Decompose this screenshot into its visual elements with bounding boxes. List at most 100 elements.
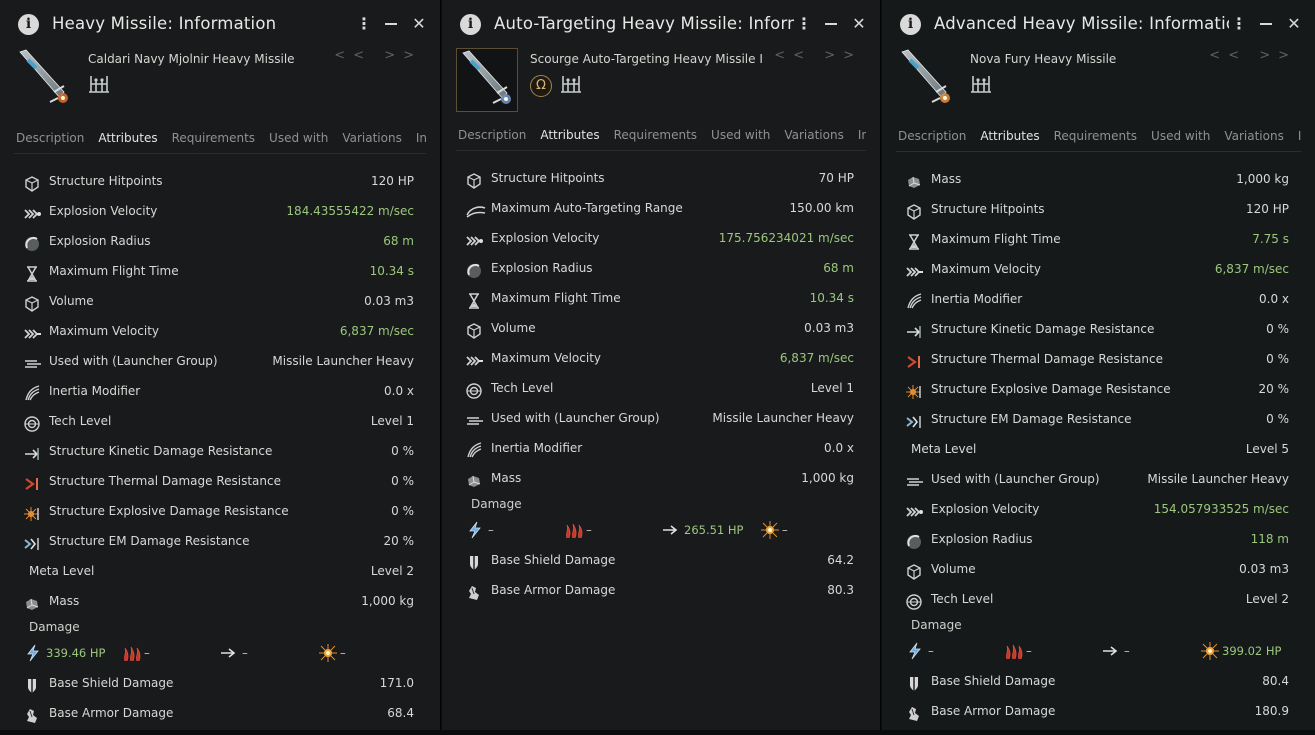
- tab-industry[interactable]: Industry: [1296, 129, 1301, 151]
- attribute-value: 80.3: [827, 583, 854, 597]
- attribute-label: Tech Level: [491, 381, 554, 395]
- more-options-icon[interactable]: ⋮: [1231, 14, 1247, 34]
- attribute-row[interactable]: Base Armor Damage 180.9: [898, 696, 1289, 726]
- history-nav[interactable]: << >>: [774, 48, 862, 63]
- tab-attributes[interactable]: Attributes: [978, 129, 1041, 151]
- info-icon: i: [18, 14, 39, 35]
- attribute-row[interactable]: Structure Thermal Damage Resistance 0 %: [16, 466, 414, 496]
- title-bar[interactable]: i Advanced Heavy Missile: Information ⋮ ✕: [882, 8, 1315, 42]
- attribute-row[interactable]: Maximum Auto-Targeting Range 150.00 km: [458, 193, 854, 223]
- attribute-row[interactable]: Tech Level Level 1: [16, 406, 414, 436]
- attribute-row[interactable]: Volume 0.03 m3: [16, 286, 414, 316]
- attribute-row[interactable]: Maximum Flight Time 7.75 s: [898, 224, 1289, 254]
- tab-used-with[interactable]: Used with: [1149, 129, 1212, 151]
- more-options-icon[interactable]: ⋮: [356, 14, 372, 34]
- tab-attributes[interactable]: Attributes: [538, 128, 601, 150]
- attribute-row[interactable]: Explosion Velocity 184.43555422 m/sec: [16, 196, 414, 226]
- attribute-row[interactable]: Structure Hitpoints 70 HP: [458, 163, 854, 193]
- attribute-row[interactable]: Mass 1,000 kg: [458, 463, 854, 493]
- volume-icon: [466, 320, 482, 339]
- attribute-row[interactable]: Maximum Flight Time 10.34 s: [458, 283, 854, 313]
- attribute-row[interactable]: Structure EM Damage Resistance 0 %: [898, 404, 1289, 434]
- history-nav[interactable]: << >>: [334, 48, 422, 63]
- attribute-row[interactable]: Volume 0.03 m3: [898, 554, 1289, 584]
- attribute-row[interactable]: Base Shield Damage 171.0: [16, 668, 414, 698]
- tab-description[interactable]: Description: [14, 131, 86, 153]
- tab-used-with[interactable]: Used with: [267, 131, 330, 153]
- tab-variations[interactable]: Variations: [1222, 129, 1286, 151]
- attribute-row[interactable]: Structure Kinetic Damage Resistance 0 %: [16, 436, 414, 466]
- tab-attributes[interactable]: Attributes: [96, 131, 159, 153]
- attribute-row[interactable]: Explosion Velocity 175.756234021 m/sec: [458, 223, 854, 253]
- attribute-row[interactable]: Inertia Modifier 0.0 x: [16, 376, 414, 406]
- kinetic-resist-icon: [24, 443, 40, 460]
- tab-industry[interactable]: Industry: [414, 131, 426, 153]
- attribute-value: 0.0 x: [824, 441, 854, 455]
- attribute-row[interactable]: Structure EM Damage Resistance 20 %: [16, 526, 414, 556]
- tab-variations[interactable]: Variations: [340, 131, 404, 153]
- tab-description[interactable]: Description: [896, 129, 968, 151]
- attribute-row[interactable]: Volume 0.03 m3: [458, 313, 854, 343]
- attribute-row[interactable]: Structure Thermal Damage Resistance 0 %: [898, 344, 1289, 374]
- more-options-icon[interactable]: ⋮: [796, 14, 812, 34]
- attribute-row[interactable]: Base Shield Damage 80.4: [898, 666, 1289, 696]
- skill-tree-icon[interactable]: [970, 74, 992, 98]
- attribute-row[interactable]: Explosion Radius 118 m: [898, 524, 1289, 554]
- item-name[interactable]: Nova Fury Heavy Missile: [970, 52, 1116, 66]
- title-bar[interactable]: i Auto-Targeting Heavy Missile: Informa ⋮ ✕: [442, 8, 880, 42]
- minimize-icon[interactable]: [1259, 14, 1273, 34]
- attribute-row[interactable]: Tech Level Level 1: [458, 373, 854, 403]
- attribute-row[interactable]: Base Armor Damage 68.4: [16, 698, 414, 728]
- tab-description[interactable]: Description: [456, 128, 528, 150]
- attribute-label: Maximum Velocity: [491, 351, 602, 365]
- attribute-row[interactable]: Structure Hitpoints 120 HP: [898, 194, 1289, 224]
- close-icon[interactable]: ✕: [412, 14, 426, 34]
- attribute-row[interactable]: Maximum Flight Time 10.34 s: [16, 256, 414, 286]
- tab-requirements[interactable]: Requirements: [612, 128, 699, 150]
- attribute-label: Structure EM Damage Resistance: [49, 534, 250, 548]
- attribute-row[interactable]: Explosion Radius 68 m: [458, 253, 854, 283]
- attribute-row[interactable]: Structure Hitpoints 120 HP: [16, 166, 414, 196]
- attribute-row[interactable]: Maximum Velocity 6,837 m/sec: [898, 254, 1289, 284]
- item-name[interactable]: Scourge Auto-Targeting Heavy Missile I: [530, 52, 763, 66]
- tab-industry[interactable]: Industry: [856, 128, 866, 150]
- attribute-row[interactable]: Explosion Radius 68 m: [16, 226, 414, 256]
- attribute-row[interactable]: Meta Level Level 5: [898, 434, 1289, 464]
- item-name[interactable]: Caldari Navy Mjolnir Heavy Missile: [88, 52, 295, 66]
- skill-tree-icon[interactable]: [88, 74, 110, 98]
- attribute-row[interactable]: Inertia Modifier 0.0 x: [458, 433, 854, 463]
- attribute-row[interactable]: Explosion Velocity 154.057933525 m/sec: [898, 494, 1289, 524]
- attribute-label: Base Armor Damage: [931, 704, 1056, 718]
- attribute-row[interactable]: Structure Kinetic Damage Resistance 0 %: [898, 314, 1289, 344]
- attribute-row[interactable]: Base Shield Damage 64.2: [458, 545, 854, 575]
- missile-thumbnail-icon[interactable]: [456, 48, 518, 112]
- attribute-row[interactable]: Used with (Launcher Group) Missile Launch…: [458, 403, 854, 433]
- attribute-value: 70 HP: [818, 171, 854, 185]
- missile-thumbnail-icon[interactable]: [896, 48, 956, 110]
- attribute-row[interactable]: Inertia Modifier 0.0 x: [898, 284, 1289, 314]
- attribute-row[interactable]: Meta Level Level 2: [16, 556, 414, 586]
- attribute-row[interactable]: Maximum Velocity 6,837 m/sec: [16, 316, 414, 346]
- close-icon[interactable]: ✕: [852, 14, 866, 34]
- attribute-row[interactable]: Mass 1,000 kg: [16, 586, 414, 616]
- attribute-row[interactable]: Maximum Velocity 6,837 m/sec: [458, 343, 854, 373]
- attribute-row[interactable]: Structure Explosive Damage Resistance 20 …: [898, 374, 1289, 404]
- title-bar[interactable]: i Heavy Missile: Information ⋮ ✕: [0, 8, 440, 42]
- tab-requirements[interactable]: Requirements: [170, 131, 257, 153]
- tab-requirements[interactable]: Requirements: [1052, 129, 1139, 151]
- tab-variations[interactable]: Variations: [782, 128, 846, 150]
- history-nav[interactable]: << >>: [1209, 48, 1297, 63]
- attribute-row[interactable]: Structure Explosive Damage Resistance 0 %: [16, 496, 414, 526]
- tab-used-with[interactable]: Used with: [709, 128, 772, 150]
- missile-thumbnail-icon[interactable]: [14, 48, 74, 110]
- attribute-row[interactable]: Base Armor Damage 80.3: [458, 575, 854, 605]
- attribute-row[interactable]: Used with (Launcher Group) Missile Launch…: [898, 464, 1289, 494]
- minimize-icon[interactable]: [384, 14, 398, 34]
- skill-tree-icon[interactable]: [560, 74, 582, 98]
- attribute-row[interactable]: Tech Level Level 2: [898, 584, 1289, 614]
- attribute-row[interactable]: Used with (Launcher Group) Missile Launch…: [16, 346, 414, 376]
- minimize-icon[interactable]: [824, 14, 838, 34]
- close-icon[interactable]: ✕: [1287, 14, 1301, 34]
- window-controls: ⋮ ✕: [356, 14, 426, 34]
- attribute-row[interactable]: Mass 1,000 kg: [898, 164, 1289, 194]
